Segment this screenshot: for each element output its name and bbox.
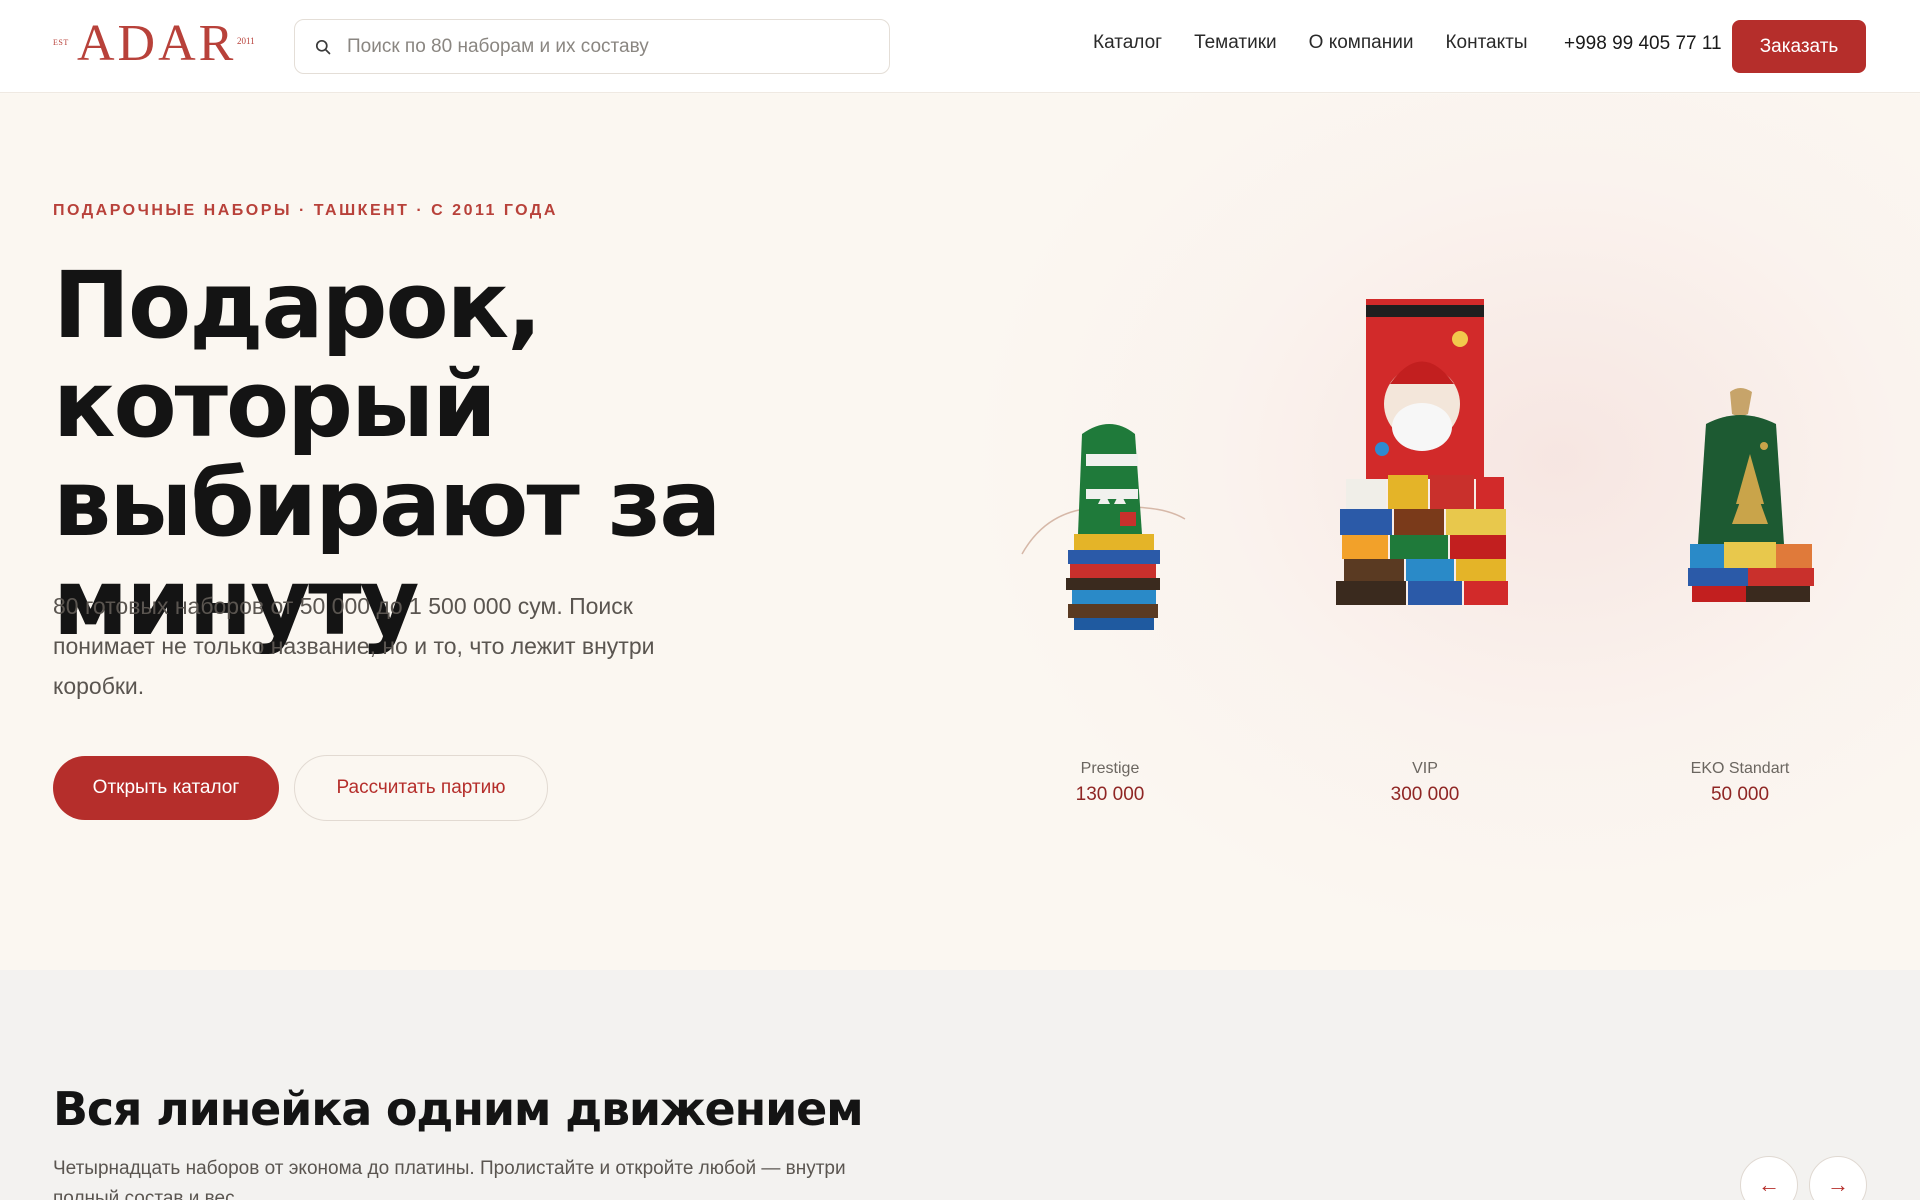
product-card-vip[interactable]: VIP 300 000 [1310, 299, 1540, 814]
arrow-left-icon: ← [1758, 1172, 1780, 1197]
order-button[interactable]: Заказать [1732, 20, 1866, 73]
arrow-right-icon: → [1827, 1172, 1849, 1197]
hero-section: ПОДАРОЧНЫЕ НАБОРЫ · ТАШКЕНТ · С 2011 ГОД… [0, 94, 1920, 970]
main-nav: Каталог Тематики О компании Контакты [1093, 32, 1560, 54]
hero-title-line-1: Подарок, который [53, 252, 542, 458]
nav-item-contacts[interactable]: Контакты [1445, 32, 1527, 54]
hero-eyebrow: ПОДАРОЧНЫЕ НАБОРЫ · ТАШКЕНТ · С 2011 ГОД… [53, 202, 558, 219]
logo-wordmark: ADAR [77, 15, 237, 72]
santa-box-gift-icon [1336, 299, 1508, 605]
product-name: EKO Standart [1690, 760, 1790, 777]
calculate-batch-button[interactable]: Рассчитать партию [294, 755, 548, 821]
search-bar[interactable] [294, 19, 890, 74]
product-name: VIP [1412, 760, 1438, 777]
phone-link[interactable]: +998 99 405 77 11 [1564, 33, 1722, 55]
adar-logo[interactable]: EST ADAR 2011 [53, 15, 258, 72]
logo-est: EST [53, 38, 69, 47]
carousel-prev-button[interactable]: ← [1740, 1156, 1798, 1200]
nav-item-catalog[interactable]: Каталог [1093, 32, 1162, 54]
site-header: EST ADAR 2011 Каталог Тематики О компани… [0, 0, 1920, 93]
search-input[interactable] [347, 20, 877, 73]
knit-bag-gift-icon [1021, 424, 1186, 630]
hero-subtitle: 80 готовых наборов от 50 000 до 1 500 00… [53, 593, 655, 699]
product-card-prestige[interactable]: Prestige 130 000 [1010, 394, 1210, 814]
lineup-section: Вся линейка одним движением Четырнадцать… [0, 970, 1920, 1200]
hero-title-line-2: выбирают за [53, 450, 721, 557]
lineup-title: Вся линейка одним движением [53, 1082, 864, 1136]
nav-item-about[interactable]: О компании [1309, 32, 1414, 54]
green-sack-gift-icon [1688, 388, 1814, 602]
product-price: 50 000 [1710, 784, 1770, 805]
product-price: 300 000 [1390, 784, 1460, 805]
product-price: 130 000 [1075, 784, 1145, 805]
search-icon [315, 39, 331, 55]
carousel-next-button[interactable]: → [1809, 1156, 1867, 1200]
product-card-eko-standart[interactable]: EKO Standart 50 000 [1640, 384, 1840, 814]
logo-year: 2011 [237, 36, 255, 46]
lineup-subtitle: Четырнадцать наборов от эконома до плати… [53, 1158, 846, 1200]
nav-item-themes[interactable]: Тематики [1194, 32, 1277, 54]
open-catalog-button[interactable]: Открыть каталог [53, 756, 279, 820]
product-name: Prestige [1080, 760, 1140, 777]
